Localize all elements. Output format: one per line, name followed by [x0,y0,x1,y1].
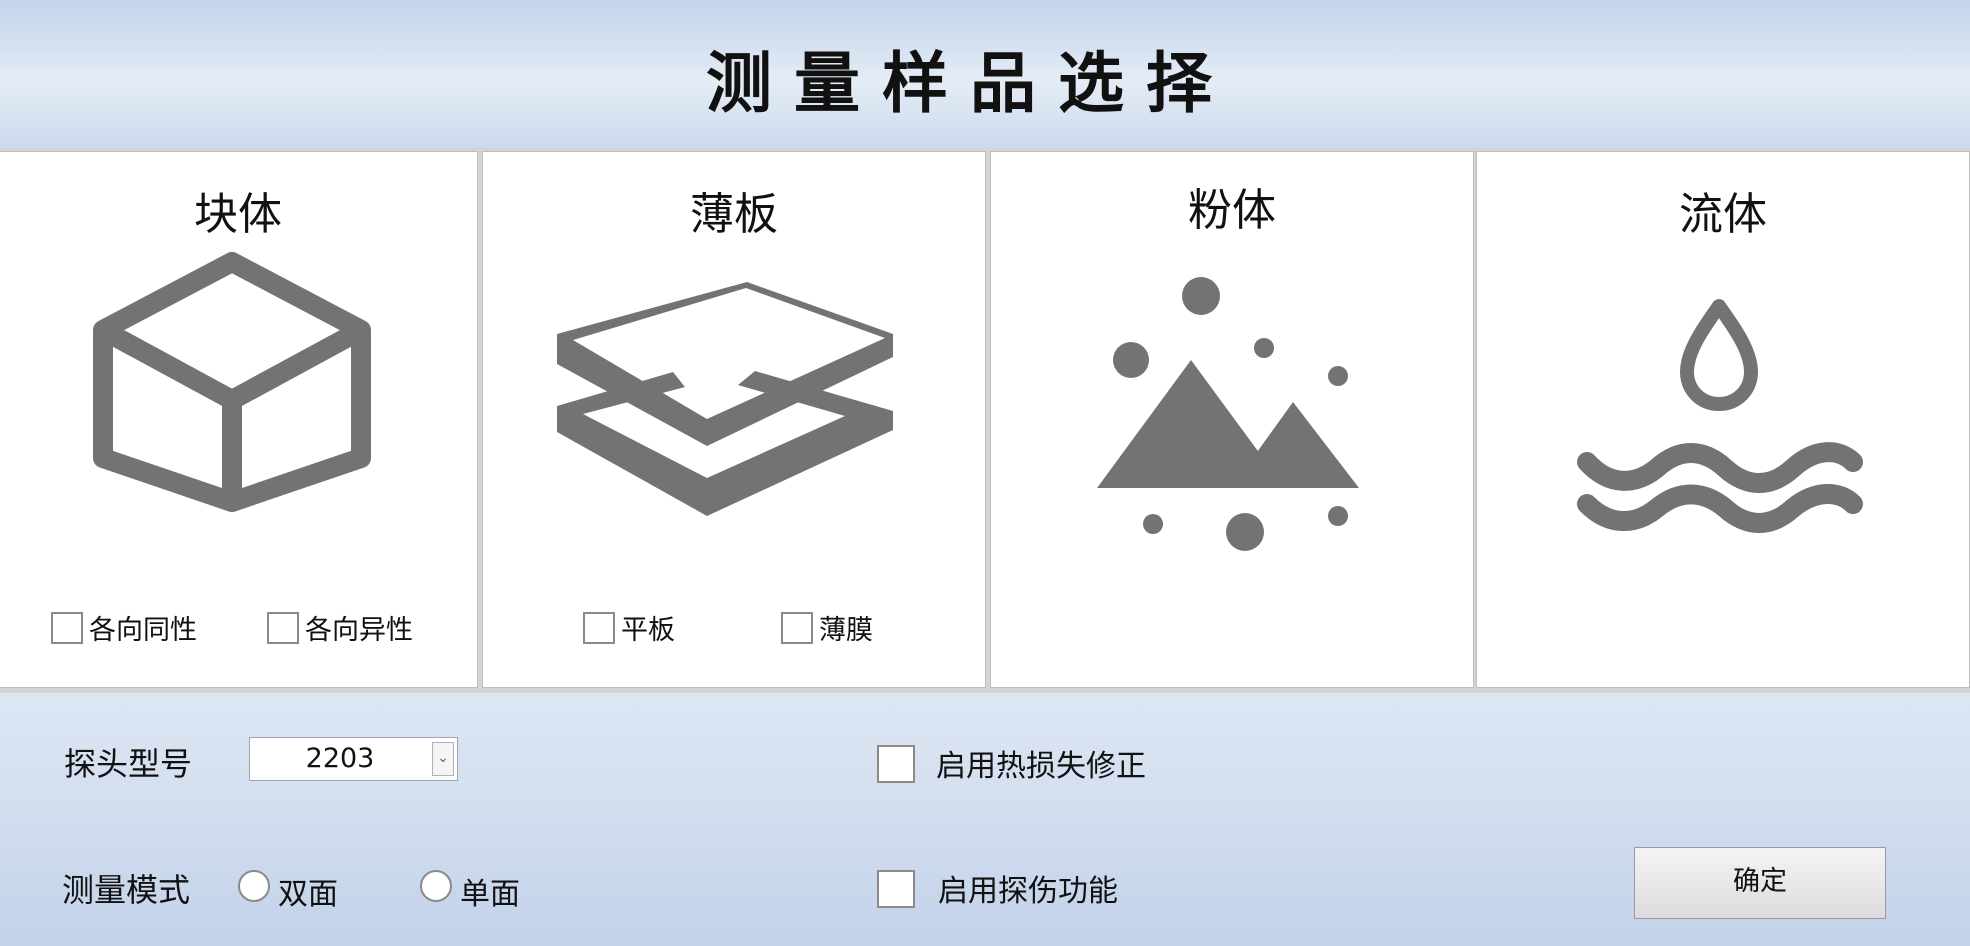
checkbox-thin-film[interactable]: 薄膜 [781,608,873,647]
checkbox-flat-plate[interactable]: 平板 [583,608,675,647]
checkbox-box[interactable] [583,611,615,644]
radio-double-side-label[interactable]: 双面 [278,869,338,913]
water-drop-waves-icon [1577,299,1863,533]
cube-icon [93,252,371,512]
settings-area: 探头型号 2203 ⌄ 启用热损失修正 测量模式 双面 单面 启用探伤功能 确定 [0,693,1970,946]
confirm-button[interactable]: 确定 [1634,847,1886,919]
panel-powder-title: 粉体 [1188,185,1276,236]
header-bar: 测量样品选择 [0,0,1970,148]
checkbox-anisotropic[interactable]: 各向异性 [267,608,413,647]
heat-loss-correction-checkbox[interactable] [877,745,915,783]
heat-loss-correction-label[interactable]: 启用热损失修正 [936,741,1146,785]
sample-type-panels: 块体 各向同性 各向异性 薄板 平板 薄膜 粉体 流体 [0,148,1970,693]
measure-mode-label: 测量模式 [62,871,191,909]
panel-powder[interactable]: 粉体 [990,151,1474,688]
layered-plates-icon [557,282,893,516]
panel-bulk[interactable]: 块体 各向同性 各向异性 [0,151,478,688]
panel-bulk-title: 块体 [194,189,282,240]
checkbox-flat-plate-label: 平板 [621,615,675,646]
panel-sheet-title: 薄板 [690,189,778,240]
probe-model-select[interactable]: 2203 ⌄ [249,737,458,781]
panel-fluid[interactable]: 流体 [1476,151,1970,688]
panel-fluid-title: 流体 [1679,189,1767,240]
probe-model-label: 探头型号 [64,745,193,783]
flaw-detection-label[interactable]: 启用探伤功能 [938,866,1118,910]
radio-double-side[interactable] [238,870,270,902]
page-title: 测量样品选择 [706,45,1234,122]
checkbox-box[interactable] [51,611,83,644]
checkbox-box[interactable] [781,611,813,644]
checkbox-anisotropic-label: 各向异性 [305,615,413,646]
flaw-detection-checkbox[interactable] [877,870,915,908]
checkbox-isotropic-label: 各向同性 [89,615,197,646]
checkbox-box[interactable] [267,611,299,644]
panel-sheet[interactable]: 薄板 平板 薄膜 [482,151,986,688]
chevron-down-icon[interactable]: ⌄ [432,742,454,776]
checkbox-isotropic[interactable]: 各向同性 [51,608,197,647]
radio-single-side[interactable] [420,870,452,902]
powder-mountain-icon [1097,277,1359,551]
checkbox-thin-film-label: 薄膜 [819,615,873,646]
radio-single-side-label[interactable]: 单面 [460,869,520,913]
probe-model-value: 2203 [305,743,375,774]
